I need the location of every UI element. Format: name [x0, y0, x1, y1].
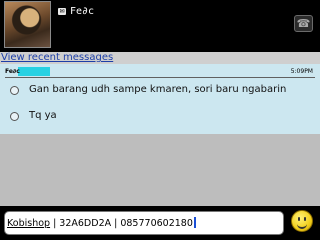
input-link-text[interactable]: Kobishop	[7, 218, 50, 229]
message-input[interactable]: Kobishop | 32A6DD2A | 085770602180	[4, 211, 284, 235]
contact-name: Fe∂c	[70, 6, 95, 17]
input-content: Kobishop | 32A6DD2A | 085770602180	[7, 217, 196, 230]
phone-icon[interactable]: ☎	[294, 15, 313, 32]
conversation-area: Fe∂c 5:09PM Gan barang udh sampe kmaren,…	[0, 64, 320, 134]
message-header: Fe∂c 5:09PM	[5, 67, 315, 77]
text-cursor	[193, 217, 196, 228]
chat-header: ✉ Fe∂c ☎	[0, 0, 320, 52]
bbm-chat-icon: ✉	[58, 8, 66, 15]
message-item[interactable]: Gan barang udh sampe kmaren, sori baru n…	[10, 84, 310, 98]
sender-name: Fe∂c	[5, 68, 20, 75]
input-rest-text: | 32A6DD2A | 085770602180	[50, 218, 193, 229]
view-recent-messages-link[interactable]: View recent messages	[1, 52, 113, 64]
sender-highlight	[18, 67, 50, 76]
contact-avatar[interactable]	[4, 1, 51, 48]
message-text: Tq ya	[29, 110, 57, 121]
divider	[5, 77, 315, 78]
recent-messages-bar: View recent messages	[0, 52, 320, 64]
message-status-icon	[10, 86, 19, 95]
message-item[interactable]: Tq ya	[10, 110, 310, 124]
smiley-icon[interactable]	[291, 210, 313, 232]
message-composer: Kobishop | 32A6DD2A | 085770602180	[0, 206, 320, 240]
message-status-icon	[10, 112, 19, 121]
message-text: Gan barang udh sampe kmaren, sori baru n…	[29, 84, 287, 95]
message-time: 5:09PM	[290, 68, 313, 75]
